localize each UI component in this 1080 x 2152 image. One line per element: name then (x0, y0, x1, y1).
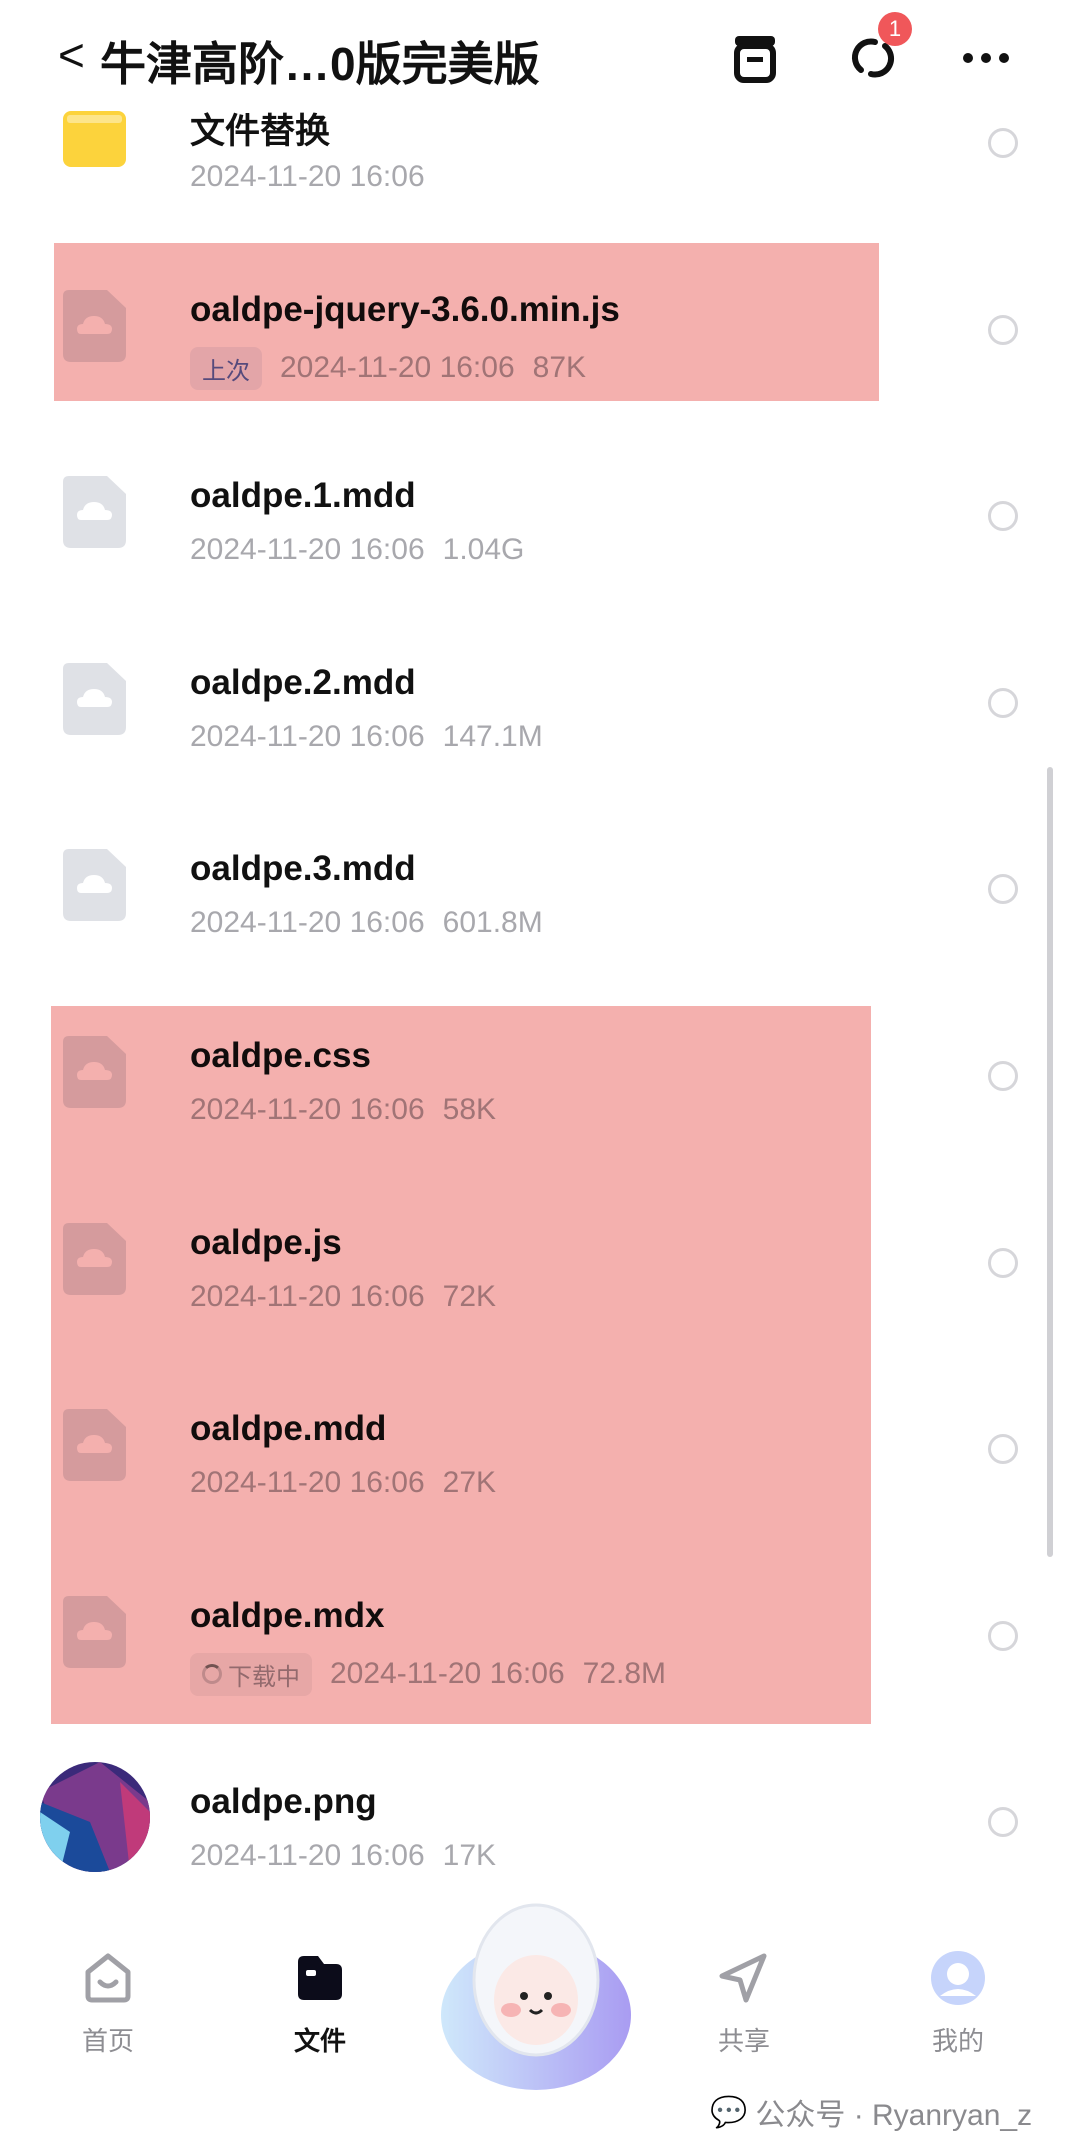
nav-home-label: 首页 (81, 2026, 134, 2056)
nav-files[interactable]: 文件 (260, 1950, 380, 2058)
file-size: 601.8M (442, 906, 543, 940)
cloud-file-icon (63, 662, 126, 735)
select-radio[interactable] (988, 874, 1018, 905)
file-size: 17K (442, 1839, 497, 1873)
nav-share[interactable]: 共享 (684, 1950, 804, 2058)
file-size: 1.04G (442, 533, 525, 567)
select-radio[interactable] (988, 1061, 1018, 1091)
home-icon (85, 1953, 131, 2003)
file-row[interactable]: oaldpe.1.mdd 2024-11-20 16:06 1.04G (0, 401, 1080, 587)
file-date: 2024-11-20 16:06 (190, 160, 425, 193)
more-icon[interactable] (958, 30, 1014, 86)
image-thumbnail-icon (40, 1762, 150, 1873)
file-row[interactable]: oaldpe.2.mdd 2024-11-20 16:06 147.1M (0, 588, 1080, 774)
folder-icon (298, 1956, 342, 2000)
nav-share-label: 共享 (717, 2026, 770, 2056)
file-meta: 2024-11-20 16:06 601.8M (190, 906, 543, 940)
select-radio[interactable] (988, 1434, 1018, 1465)
select-radio[interactable] (988, 128, 1018, 158)
sync-badge: 1 (878, 12, 912, 46)
file-name: oaldpe.2.mdd (190, 662, 416, 702)
select-radio[interactable] (988, 1807, 1018, 1838)
file-date: 2024-11-20 16:06 (190, 533, 425, 567)
nav-mine-label: 我的 (931, 2026, 984, 2056)
select-radio[interactable] (988, 687, 1018, 718)
nav-home[interactable]: 首页 (48, 1950, 168, 2058)
file-row[interactable]: oaldpe.png 2024-11-20 16:06 17K (0, 1707, 1080, 1893)
nav-mine[interactable]: 我的 (898, 1950, 1018, 2058)
top-bar: < 牛津高阶…0版完美版 1 (0, 0, 1080, 110)
select-radio[interactable] (988, 1247, 1018, 1278)
file-meta: 2024-11-20 16:06 147.1M (190, 720, 543, 754)
transfer-box-icon[interactable] (727, 30, 783, 86)
file-name: oaldpe.png (190, 1782, 377, 1822)
file-name: 文件替换 (190, 112, 331, 151)
nav-files-label: 文件 (293, 2026, 346, 2056)
file-name: oaldpe.3.mdd (190, 849, 416, 889)
select-radio[interactable] (988, 1620, 1018, 1651)
file-meta: 2024-11-20 16:06 17K (190, 1839, 496, 1873)
highlight-overlay (51, 1006, 871, 1724)
highlight-overlay (54, 243, 879, 401)
file-meta: 2024-11-20 16:06 (190, 160, 425, 194)
avatar-icon (931, 1951, 985, 2005)
page-title: 牛津高阶…0版完美版 (100, 38, 540, 90)
watermark: 💬 公众号 · Ryanryan_z (710, 2090, 1032, 2134)
file-date: 2024-11-20 16:06 (190, 719, 425, 753)
back-button[interactable]: < (58, 28, 85, 82)
file-row[interactable]: oaldpe.3.mdd 2024-11-20 16:06 601.8M (0, 774, 1080, 960)
select-radio[interactable] (988, 501, 1018, 532)
wechat-icon: 💬 (710, 2095, 748, 2129)
watermark-text: 公众号 · Ryanryan_z (755, 2099, 1033, 2132)
select-radio[interactable] (988, 314, 1018, 345)
file-size: 147.1M (442, 719, 543, 753)
file-date: 2024-11-20 16:06 (190, 906, 425, 940)
mascot-assistant-icon[interactable] (436, 1890, 636, 2090)
folder-icon (63, 103, 126, 175)
scrollbar[interactable] (1047, 767, 1053, 1557)
file-date: 2024-11-20 16:06 (190, 1839, 425, 1873)
cloud-file-icon (63, 849, 126, 922)
file-name: oaldpe.1.mdd (190, 476, 416, 516)
share-icon (719, 1953, 767, 2003)
file-meta: 2024-11-20 16:06 1.04G (190, 533, 524, 567)
cloud-file-icon (63, 476, 126, 549)
